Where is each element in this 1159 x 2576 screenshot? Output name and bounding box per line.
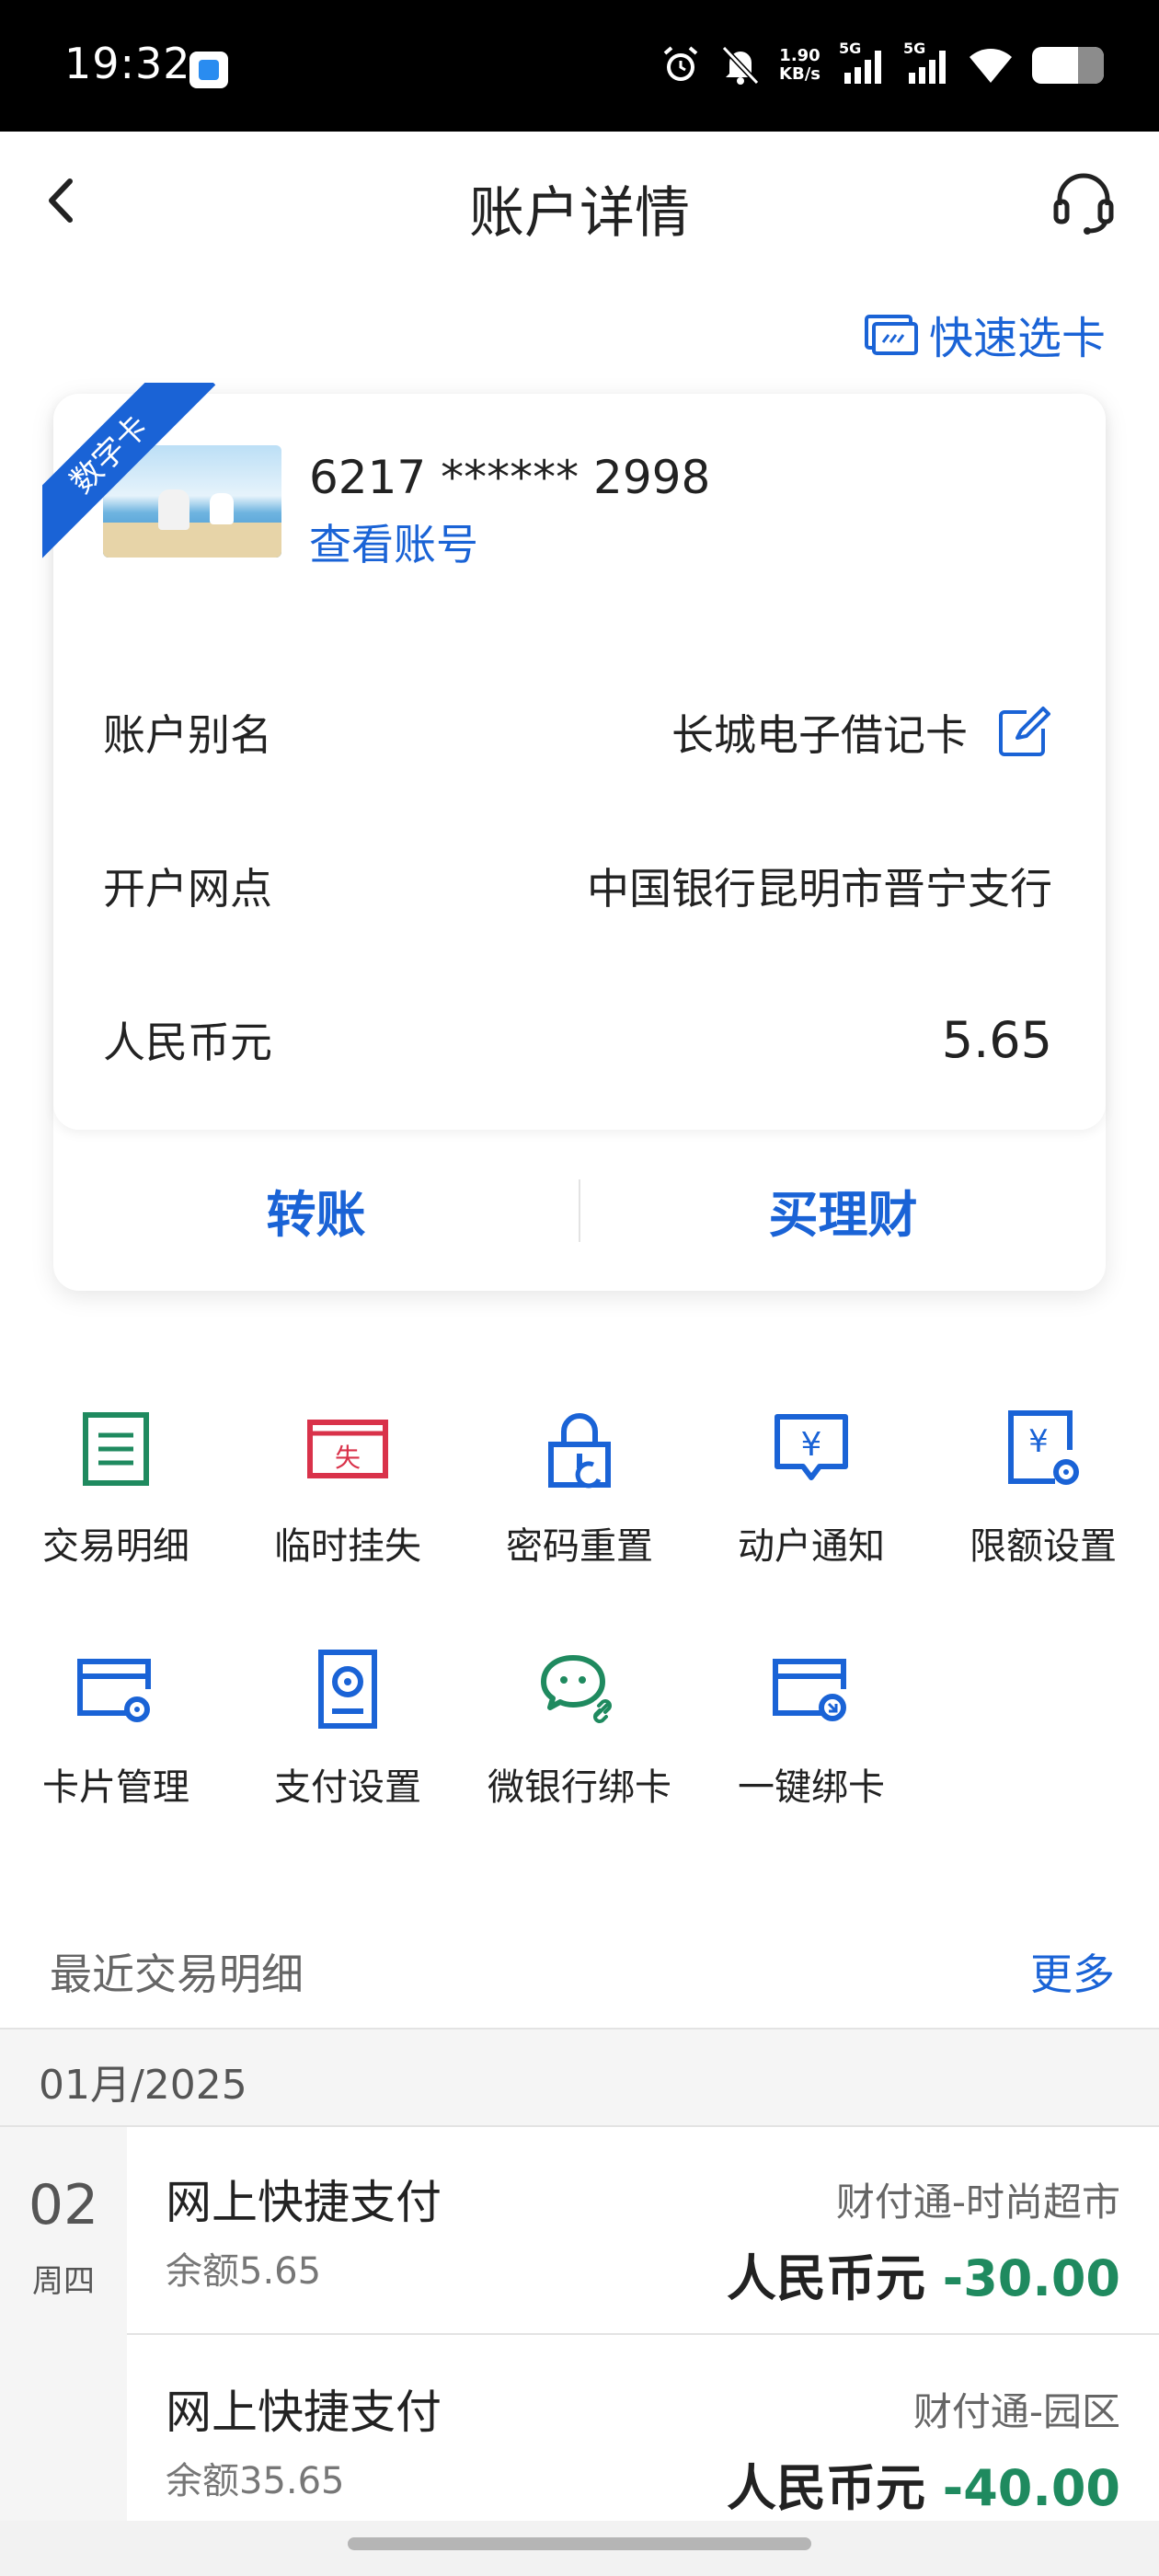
transaction-row[interactable]: 网上快捷支付 余额35.65 财付通-园区 人民币元 -40.00 [127,2337,1159,2545]
alias-label: 账户别名 [103,710,272,760]
function-card-management[interactable]: 卡片管理 [0,1649,232,1811]
branch-value: 中国银行昆明市晋宁支行 [587,864,1052,914]
function-label: 微银行绑卡 [488,1766,671,1809]
app-notification-icon [189,52,228,88]
function-report-loss[interactable]: 失 临时挂失 [232,1408,464,1570]
function-payment-settings[interactable]: 支付设置 [232,1649,464,1811]
function-limit-settings[interactable]: ¥ 限额设置 [927,1408,1159,1570]
card-number: 6217 ****** 2998 [309,451,711,504]
transaction-title: 网上快捷支付 [166,2176,442,2229]
yuan-message-icon: ¥ [775,1414,848,1480]
card-actions: 转账 买理财 [53,1130,1106,1291]
status-bar: 19:32 1.90 KB/s 5G 5G [0,0,1159,132]
function-label: 密码重置 [506,1525,653,1568]
transaction-title: 网上快捷支付 [166,2386,442,2439]
currency-label: 人民币元 [103,1018,272,1067]
digital-card-ribbon: 数字卡 [42,383,226,567]
transaction-amount-value: -40.00 [942,2459,1120,2517]
transaction-merchant: 财付通-时尚超市 [835,2179,1120,2225]
date-weekday: 周四 [32,2263,95,2300]
page-title: 账户详情 [469,181,690,246]
lock-reset-icon [548,1413,611,1489]
signal-icon-2: 5G [903,40,949,86]
function-label: 支付设置 [274,1766,421,1809]
status-time: 19:32 [64,39,191,88]
card-bind-icon [773,1659,846,1721]
transaction-row[interactable]: 网上快捷支付 余额5.65 财付通-时尚超市 人民币元 -30.00 [127,2127,1159,2335]
branch-row: 开户网点 中国银行昆明市晋宁支行 [103,858,1052,914]
alarm-icon [663,46,698,81]
wifi-icon [970,49,1012,83]
mute-bell-icon [721,45,760,86]
recent-transactions-header: 最近交易明细 更多 [0,1932,1159,2030]
date-column: 02 周四 [0,2127,127,2521]
card-gear-icon [77,1659,151,1722]
alias-value-wrap: 长城电子借记卡 [671,702,1052,763]
balance-value: 5.65 [941,1010,1052,1069]
document-list-icon [83,1412,149,1486]
transaction-amount-value: -30.00 [942,2249,1120,2307]
alias-value: 长城电子借记卡 [671,710,968,760]
function-account-notice[interactable]: ¥ 动户通知 [695,1408,927,1570]
svg-text:¥: ¥ [1028,1423,1049,1460]
svg-text:失: 失 [335,1443,361,1473]
balance-row: 人民币元 5.65 [103,1010,1052,1069]
function-label: 卡片管理 [42,1766,189,1809]
net-speed-value: 1.90 [779,46,820,65]
status-icons: 1.90 KB/s 5G 5G [660,40,1104,86]
report-loss-icon: 失 [307,1420,388,1478]
battery-icon [1032,47,1104,84]
function-label: 临时挂失 [274,1525,421,1568]
function-label: 动户通知 [738,1525,885,1568]
transaction-balance: 余额5.65 [166,2250,322,2293]
function-label: 一键绑卡 [738,1766,885,1809]
header: 账户详情 [0,132,1159,279]
function-one-click-bind[interactable]: 一键绑卡 [695,1649,927,1811]
date-day: 02 [28,2173,99,2237]
branch-label: 开户网点 [103,864,272,914]
card-switch-icon [864,315,918,355]
transaction-amount: 人民币元 -40.00 [727,2447,1120,2520]
transaction-amount: 人民币元 -30.00 [727,2237,1120,2310]
payment-settings-icon [318,1650,377,1729]
alias-row: 账户别名 长城电子借记卡 [103,705,1052,760]
month-header: 01月/2025 [0,2030,1159,2127]
function-transaction-details[interactable]: 交易明细 [0,1408,232,1570]
net-speed: 1.90 KB/s [779,47,820,84]
quick-select-label: 快速选卡 [928,313,1106,364]
svg-text:¥: ¥ [801,1426,822,1464]
buy-wealth-button[interactable]: 买理财 [580,1174,1106,1247]
headset-icon[interactable] [1047,165,1120,238]
function-label: 限额设置 [970,1525,1117,1568]
transaction-merchant: 财付通-园区 [912,2389,1120,2434]
month-label: 01月/2025 [39,2062,247,2109]
account-card: 6217 ****** 2998 查看账号 账户别名 长城电子借记卡 开户网点 … [42,383,1106,1291]
recent-transactions-title: 最近交易明细 [50,1949,304,1999]
transfer-button[interactable]: 转账 [53,1174,579,1247]
net-speed-unit: KB/s [779,64,820,84]
view-account-link[interactable]: 查看账号 [309,512,478,572]
transaction-currency: 人民币元 [726,2249,925,2307]
function-wechat-bind[interactable]: 微银行绑卡 [464,1649,695,1811]
quick-select-card-button[interactable]: 快速选卡 [863,302,1106,366]
transaction-currency: 人民币元 [726,2459,925,2517]
more-link[interactable]: 更多 [1030,1941,1115,2002]
function-password-reset[interactable]: 密码重置 [464,1408,695,1570]
home-indicator[interactable] [348,2537,811,2550]
edit-icon[interactable] [993,703,1052,762]
function-label: 交易明细 [42,1525,189,1568]
yuan-gear-icon: ¥ [1008,1410,1079,1485]
signal-icon-1: 5G [839,40,885,86]
wechat-link-icon [541,1655,615,1724]
transaction-balance: 余额35.65 [166,2460,345,2502]
digital-card-label: 数字卡 [42,383,216,561]
